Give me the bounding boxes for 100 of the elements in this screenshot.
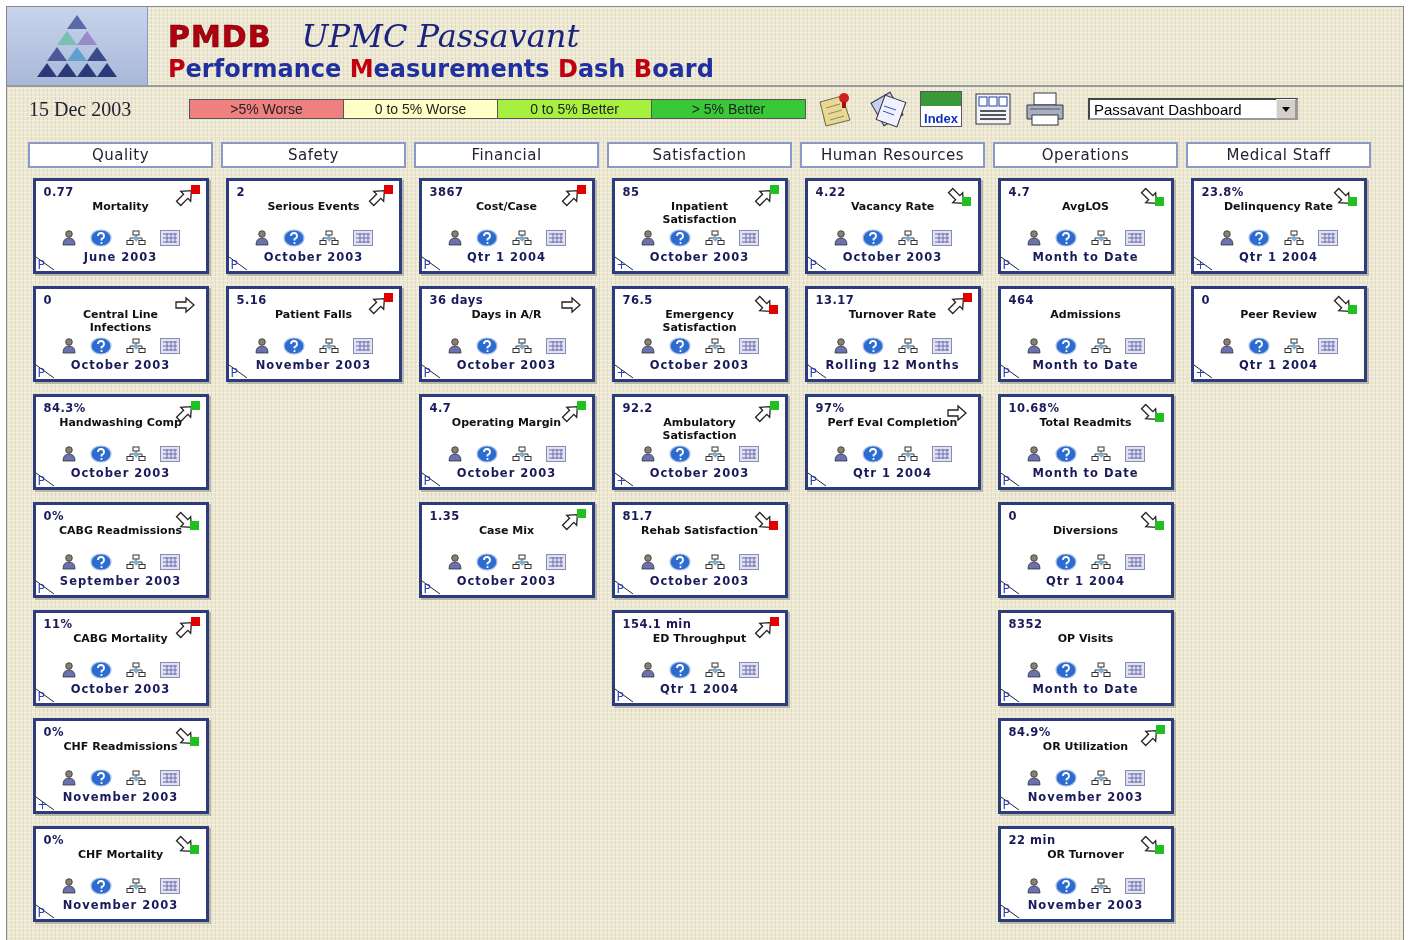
printer-icon[interactable]	[1024, 91, 1066, 127]
grid-icon[interactable]	[159, 338, 180, 354]
person-icon[interactable]	[61, 338, 76, 354]
metric-card[interactable]: 97% Perf Eval Completion Qtr 1 2004 P	[804, 394, 981, 490]
org-chart-icon[interactable]	[897, 230, 918, 246]
help-icon[interactable]	[668, 229, 691, 247]
metric-card[interactable]: 36 days Days in A/R October 2003 P	[418, 286, 595, 382]
metric-card[interactable]: 85 Inpatient Satisfaction October 2003 +	[611, 178, 788, 274]
grid-icon[interactable]	[738, 554, 759, 570]
metric-card[interactable]: 0% CABG Readmissions September 2003 P	[32, 502, 209, 598]
person-icon[interactable]	[447, 230, 462, 246]
metric-card[interactable]: 0.77 Mortality June 2003 P	[32, 178, 209, 274]
metric-card[interactable]: 0 Central Line Infections October 2003 P	[32, 286, 209, 382]
help-icon[interactable]	[1054, 445, 1077, 463]
person-icon[interactable]	[640, 446, 655, 462]
help-icon[interactable]	[668, 445, 691, 463]
org-chart-icon[interactable]	[511, 446, 532, 462]
help-icon[interactable]	[89, 229, 112, 247]
person-icon[interactable]	[61, 770, 76, 786]
person-icon[interactable]	[61, 554, 76, 570]
person-icon[interactable]	[640, 338, 655, 354]
person-icon[interactable]	[447, 554, 462, 570]
org-chart-icon[interactable]	[125, 662, 146, 678]
help-icon[interactable]	[282, 229, 305, 247]
grid-icon[interactable]	[738, 662, 759, 678]
metric-card[interactable]: 5.16 Patient Falls November 2003 P	[225, 286, 402, 382]
grid-icon[interactable]	[931, 338, 952, 354]
grid-icon[interactable]	[738, 230, 759, 246]
grid-icon[interactable]	[159, 770, 180, 786]
help-icon[interactable]	[861, 337, 884, 355]
help-icon[interactable]	[1054, 229, 1077, 247]
metric-card[interactable]: 4.7 AvgLOS Month to Date P	[997, 178, 1174, 274]
org-chart-icon[interactable]	[1090, 446, 1111, 462]
grid-icon[interactable]	[545, 230, 566, 246]
help-icon[interactable]	[89, 661, 112, 679]
org-chart-icon[interactable]	[318, 230, 339, 246]
grid-icon[interactable]	[159, 446, 180, 462]
metric-card[interactable]: 3867 Cost/Case Qtr 1 2004 P	[418, 178, 595, 274]
grid-icon[interactable]	[352, 338, 373, 354]
person-icon[interactable]	[254, 230, 269, 246]
help-icon[interactable]	[861, 445, 884, 463]
metric-card[interactable]: 154.1 min ED Throughput Qtr 1 2004 P	[611, 610, 788, 706]
grid-icon[interactable]	[1124, 230, 1145, 246]
grid-icon[interactable]	[738, 338, 759, 354]
grid-icon[interactable]	[1124, 446, 1145, 462]
person-icon[interactable]	[1026, 338, 1041, 354]
metric-card[interactable]: 1.35 Case Mix October 2003 P	[418, 502, 595, 598]
help-icon[interactable]	[475, 553, 498, 571]
help-icon[interactable]	[475, 229, 498, 247]
help-icon[interactable]	[668, 661, 691, 679]
person-icon[interactable]	[1026, 662, 1041, 678]
org-chart-icon[interactable]	[704, 446, 725, 462]
help-icon[interactable]	[668, 337, 691, 355]
org-chart-icon[interactable]	[511, 230, 532, 246]
org-chart-icon[interactable]	[704, 662, 725, 678]
person-icon[interactable]	[447, 338, 462, 354]
grid-icon[interactable]	[545, 446, 566, 462]
grid-icon[interactable]	[159, 554, 180, 570]
help-icon[interactable]	[1247, 337, 1270, 355]
org-chart-icon[interactable]	[125, 878, 146, 894]
org-chart-icon[interactable]	[704, 554, 725, 570]
person-icon[interactable]	[1026, 878, 1041, 894]
org-chart-icon[interactable]	[511, 554, 532, 570]
help-icon[interactable]	[1054, 553, 1077, 571]
person-icon[interactable]	[61, 446, 76, 462]
org-chart-icon[interactable]	[1090, 554, 1111, 570]
org-chart-icon[interactable]	[1090, 662, 1111, 678]
person-icon[interactable]	[1026, 230, 1041, 246]
person-icon[interactable]	[447, 446, 462, 462]
org-chart-icon[interactable]	[1090, 230, 1111, 246]
org-chart-icon[interactable]	[318, 338, 339, 354]
index-button[interactable]: Index	[920, 91, 962, 127]
grid-icon[interactable]	[159, 878, 180, 894]
person-icon[interactable]	[1026, 770, 1041, 786]
org-chart-icon[interactable]	[125, 554, 146, 570]
org-chart-icon[interactable]	[125, 230, 146, 246]
person-icon[interactable]	[640, 230, 655, 246]
person-icon[interactable]	[833, 230, 848, 246]
person-icon[interactable]	[61, 230, 76, 246]
org-chart-icon[interactable]	[1090, 338, 1111, 354]
metric-card[interactable]: 76.5 Emergency Satisfaction October 2003 +	[611, 286, 788, 382]
metric-card[interactable]: 11% CABG Mortality October 2003 P	[32, 610, 209, 706]
metric-card[interactable]: 8352 OP Visits Month to Date P	[997, 610, 1174, 706]
metric-card[interactable]: 92.2 Ambulatory Satisfaction October 2003 +	[611, 394, 788, 490]
grid-icon[interactable]	[1317, 230, 1338, 246]
person-icon[interactable]	[1219, 230, 1234, 246]
metric-card[interactable]: 0% CHF Mortality November 2003 P	[32, 826, 209, 922]
metric-card[interactable]: 2 Serious Events October 2003 P	[225, 178, 402, 274]
dropdown-arrow-icon[interactable]	[1282, 106, 1290, 112]
org-chart-icon[interactable]	[125, 338, 146, 354]
metric-card[interactable]: 13.17 Turnover Rate Rolling 12 Months P	[804, 286, 981, 382]
grid-icon[interactable]	[931, 446, 952, 462]
person-icon[interactable]	[833, 338, 848, 354]
grid-icon[interactable]	[1124, 770, 1145, 786]
person-icon[interactable]	[1026, 554, 1041, 570]
help-icon[interactable]	[475, 337, 498, 355]
person-icon[interactable]	[833, 446, 848, 462]
help-icon[interactable]	[1054, 337, 1077, 355]
metric-card[interactable]: 0 Peer Review Qtr 1 2004 +	[1190, 286, 1367, 382]
grid-icon[interactable]	[1317, 338, 1338, 354]
